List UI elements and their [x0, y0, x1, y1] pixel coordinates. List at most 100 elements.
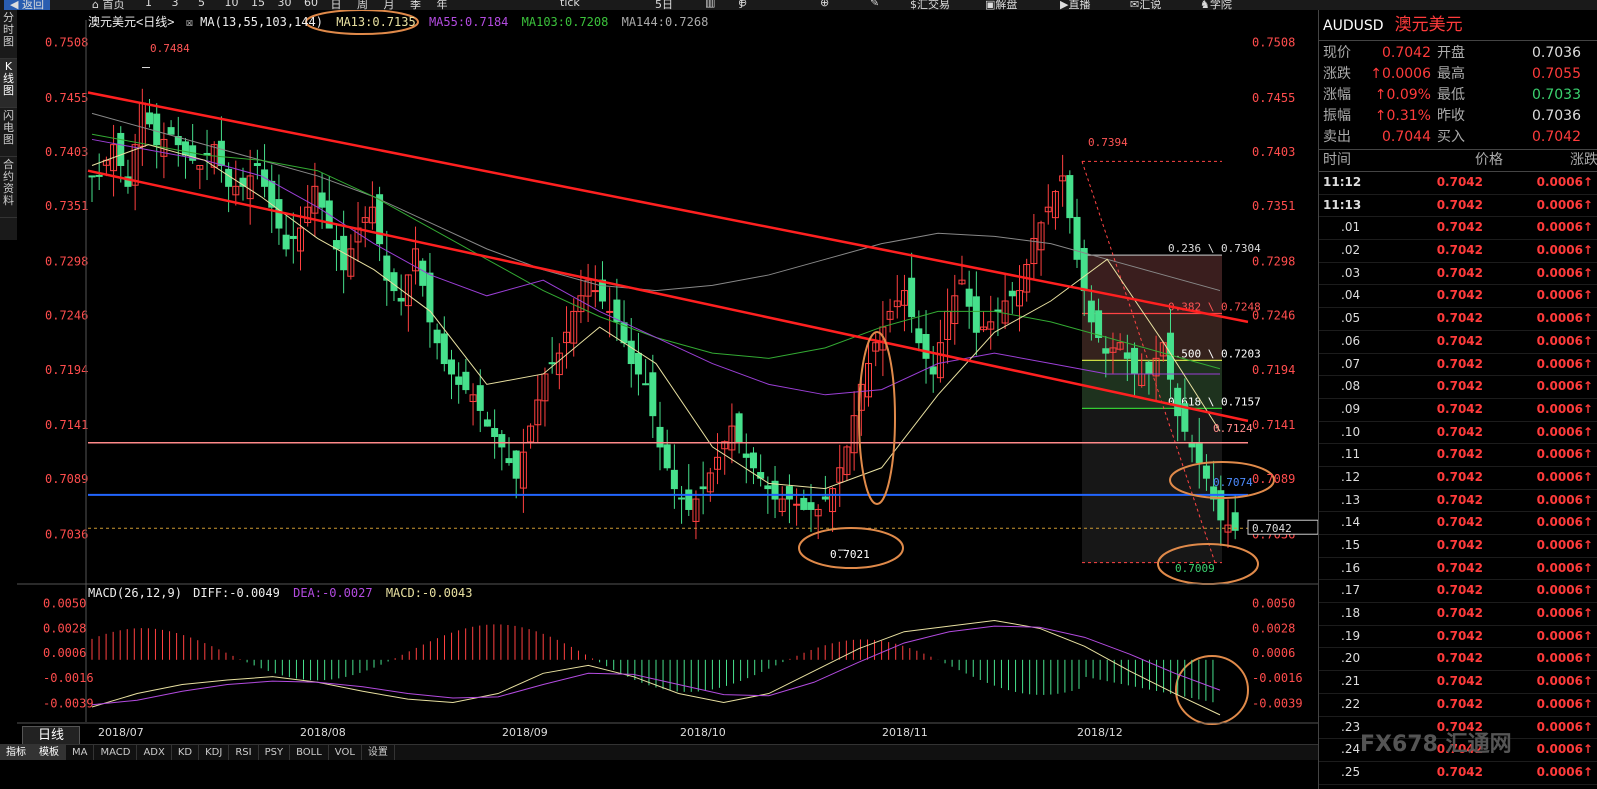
macd-tick-right: -0.0016	[1252, 671, 1303, 685]
tick-price: 0.7042	[1436, 538, 1483, 552]
tick-list[interactable]: 11:12 0.7042 0.0006↑ 11:13 0.7042 0.0006↑ .01 0…	[1319, 172, 1597, 785]
tick-row[interactable]: .19 0.7042 0.0006↑	[1319, 626, 1597, 649]
watermark-logo: FX678 汇通网	[1360, 732, 1512, 757]
candle-down	[153, 113, 161, 146]
price-tick-left: 0.7089	[45, 472, 88, 486]
tick-row[interactable]: .20 0.7042 0.0006↑	[1319, 648, 1597, 672]
price-tick-left: 0.7246	[45, 309, 88, 323]
price-tick-left: 0.7141	[45, 418, 88, 432]
indicator-tab[interactable]: KD	[172, 745, 200, 761]
period-button[interactable]: 5	[198, 0, 205, 9]
formula-icon[interactable]: ƒ	[740, 0, 744, 9]
price-tick-right: 0.7246	[1252, 309, 1295, 323]
tick-button[interactable]: tick	[560, 0, 580, 9]
tick-row[interactable]: .05 0.7042 0.0006↑	[1319, 308, 1597, 331]
period-tab[interactable]: 日线	[22, 726, 80, 745]
zoom-in-icon[interactable]: ⊕	[820, 0, 829, 9]
tick-row[interactable]: .06 0.7042 0.0006↑	[1319, 331, 1597, 354]
tick-row[interactable]: .02 0.7042 0.0006↑	[1319, 240, 1597, 263]
tick-row[interactable]: .10 0.7042 0.0006↑	[1319, 422, 1597, 445]
candle-down	[146, 112, 154, 125]
tick-row[interactable]: .15 0.7042 0.0006↑	[1319, 535, 1597, 558]
quote-v2-1: 0.7055	[1532, 66, 1581, 82]
period-button[interactable]: 1	[145, 0, 152, 9]
indicator-tab[interactable]: MA	[66, 745, 95, 761]
quote-v2-2: 0.7033	[1532, 87, 1581, 103]
period-button[interactable]: 60	[304, 0, 318, 9]
draw-icon[interactable]: ✎	[870, 0, 879, 9]
price-tick-left: 0.7298	[45, 254, 88, 268]
fib-label: 0.382 \ 0.7248	[1168, 301, 1261, 314]
tick-time: .19	[1341, 628, 1361, 643]
tick-change: 0.0006↑	[1536, 764, 1593, 779]
candle-icon[interactable]: ▥	[705, 0, 715, 9]
date-tick: 2018/11	[882, 726, 928, 739]
tick-price: 0.7042	[1436, 515, 1483, 530]
indicator-tab[interactable]: ADX	[137, 745, 172, 761]
indicator-tab[interactable]: RSI	[229, 745, 259, 761]
tick-row[interactable]: .11 0.7042 0.0006↑	[1319, 444, 1597, 467]
tick-time: .01	[1341, 220, 1361, 235]
tick-row[interactable]: .01 0.7042 0.0006↑	[1319, 217, 1597, 241]
kline-chart[interactable]: 0.236 \ 0.73040.382 \ 0.72480.500 \ 0.72…	[0, 10, 1318, 744]
period-button[interactable]: 3	[172, 0, 179, 9]
candle-down	[217, 140, 225, 167]
indicator-tab[interactable]: KDJ	[199, 745, 230, 761]
quote-v2-4: 0.7042	[1532, 129, 1581, 145]
candle-down	[1195, 443, 1203, 464]
tick-row[interactable]: .13 0.7042 0.0006↑	[1319, 490, 1597, 513]
date-tick: 2018/07	[98, 726, 144, 739]
tick-change: 0.0006↑	[1536, 175, 1593, 189]
ma13-value: MA13:0.7135	[336, 15, 416, 29]
date-tick: 2018/08	[300, 726, 346, 739]
indicator-tab[interactable]: 指标	[0, 745, 33, 761]
tick-row[interactable]: .04 0.7042 0.0006↑	[1319, 285, 1597, 309]
tick-row[interactable]: .18 0.7042 0.0006↑	[1319, 603, 1597, 626]
candle-down	[1066, 175, 1074, 219]
quote-panel: AUDUSD 澳元美元 现价 0.7042 开盘 0.7036 涨跌 ↑0.0006 最高 0…	[1318, 10, 1597, 789]
tick-row[interactable]: 11:13 0.7042 0.0006↑	[1319, 195, 1597, 218]
tick-row[interactable]: 11:12 0.7042 0.0006↑	[1319, 172, 1597, 195]
tick-row[interactable]: .16 0.7042 0.0006↑	[1319, 558, 1597, 581]
tick-row[interactable]: .12 0.7042 0.0006↑	[1319, 467, 1597, 490]
indicator-tab[interactable]: 设置	[362, 745, 395, 761]
indicator-tab[interactable]: MACD	[94, 745, 138, 761]
candle-down	[1073, 216, 1081, 260]
symbol-code: AUDUSD	[1323, 18, 1384, 34]
tick-time: 11:13	[1323, 197, 1362, 212]
tick-change: 0.0006↑	[1536, 379, 1593, 394]
indicator-tab[interactable]: BOLL	[290, 745, 329, 761]
tick-row[interactable]: .17 0.7042 0.0006↑	[1319, 580, 1597, 604]
candle-up	[606, 310, 614, 313]
price-tick-right: 0.7141	[1252, 418, 1295, 432]
tick-row[interactable]: .22 0.7042 0.0006↑	[1319, 694, 1597, 717]
tick-row[interactable]: .08 0.7042 0.0006↑	[1319, 376, 1597, 399]
tick-change: 0.0006↑	[1536, 197, 1593, 212]
tick-change: 0.0006↑	[1536, 628, 1593, 643]
tick-row[interactable]: .09 0.7042 0.0006↑	[1319, 399, 1597, 422]
indicator-tab[interactable]: VOL	[329, 745, 362, 761]
resistance-label: 0.7124	[1213, 422, 1253, 435]
tick-row[interactable]: .14 0.7042 0.0006↑	[1319, 512, 1597, 535]
candle-down	[1087, 300, 1095, 323]
indicator-tab[interactable]: PSY	[259, 745, 291, 761]
tick-row[interactable]: .21 0.7042 0.0006↑	[1319, 671, 1597, 694]
indicator-tab[interactable]: 模板	[33, 745, 66, 761]
macd-header: MACD(26,12,9) DIFF:-0.0049 DEA:-0.0027 M…	[88, 586, 473, 600]
candle-down	[282, 234, 290, 250]
tick-change: 0.0006↑	[1536, 538, 1593, 552]
tick-price: 0.7042	[1436, 175, 1483, 189]
price-tick-right: 0.7455	[1252, 91, 1295, 105]
tick-change: 0.0006↑	[1536, 674, 1593, 689]
ma-toggle-icon[interactable]: ☒	[186, 15, 193, 29]
period-button[interactable]: 30	[278, 0, 292, 9]
period-button[interactable]: 10	[225, 0, 239, 9]
chart-header: 澳元美元<日线> ☒ MA(13,55,103,144) MA13:0.7135…	[88, 13, 708, 30]
tick-row[interactable]: .25 0.7042 0.0006↑	[1319, 762, 1597, 785]
last-price-label: 0.7042	[1252, 522, 1292, 535]
tick-row[interactable]: .03 0.7042 0.0006↑	[1319, 263, 1597, 286]
low-dec-label: 0.7009	[1175, 562, 1215, 575]
tick-row[interactable]: .07 0.7042 0.0006↑	[1319, 354, 1597, 377]
candle-down	[1102, 348, 1110, 354]
period-button[interactable]: 15	[251, 0, 265, 9]
